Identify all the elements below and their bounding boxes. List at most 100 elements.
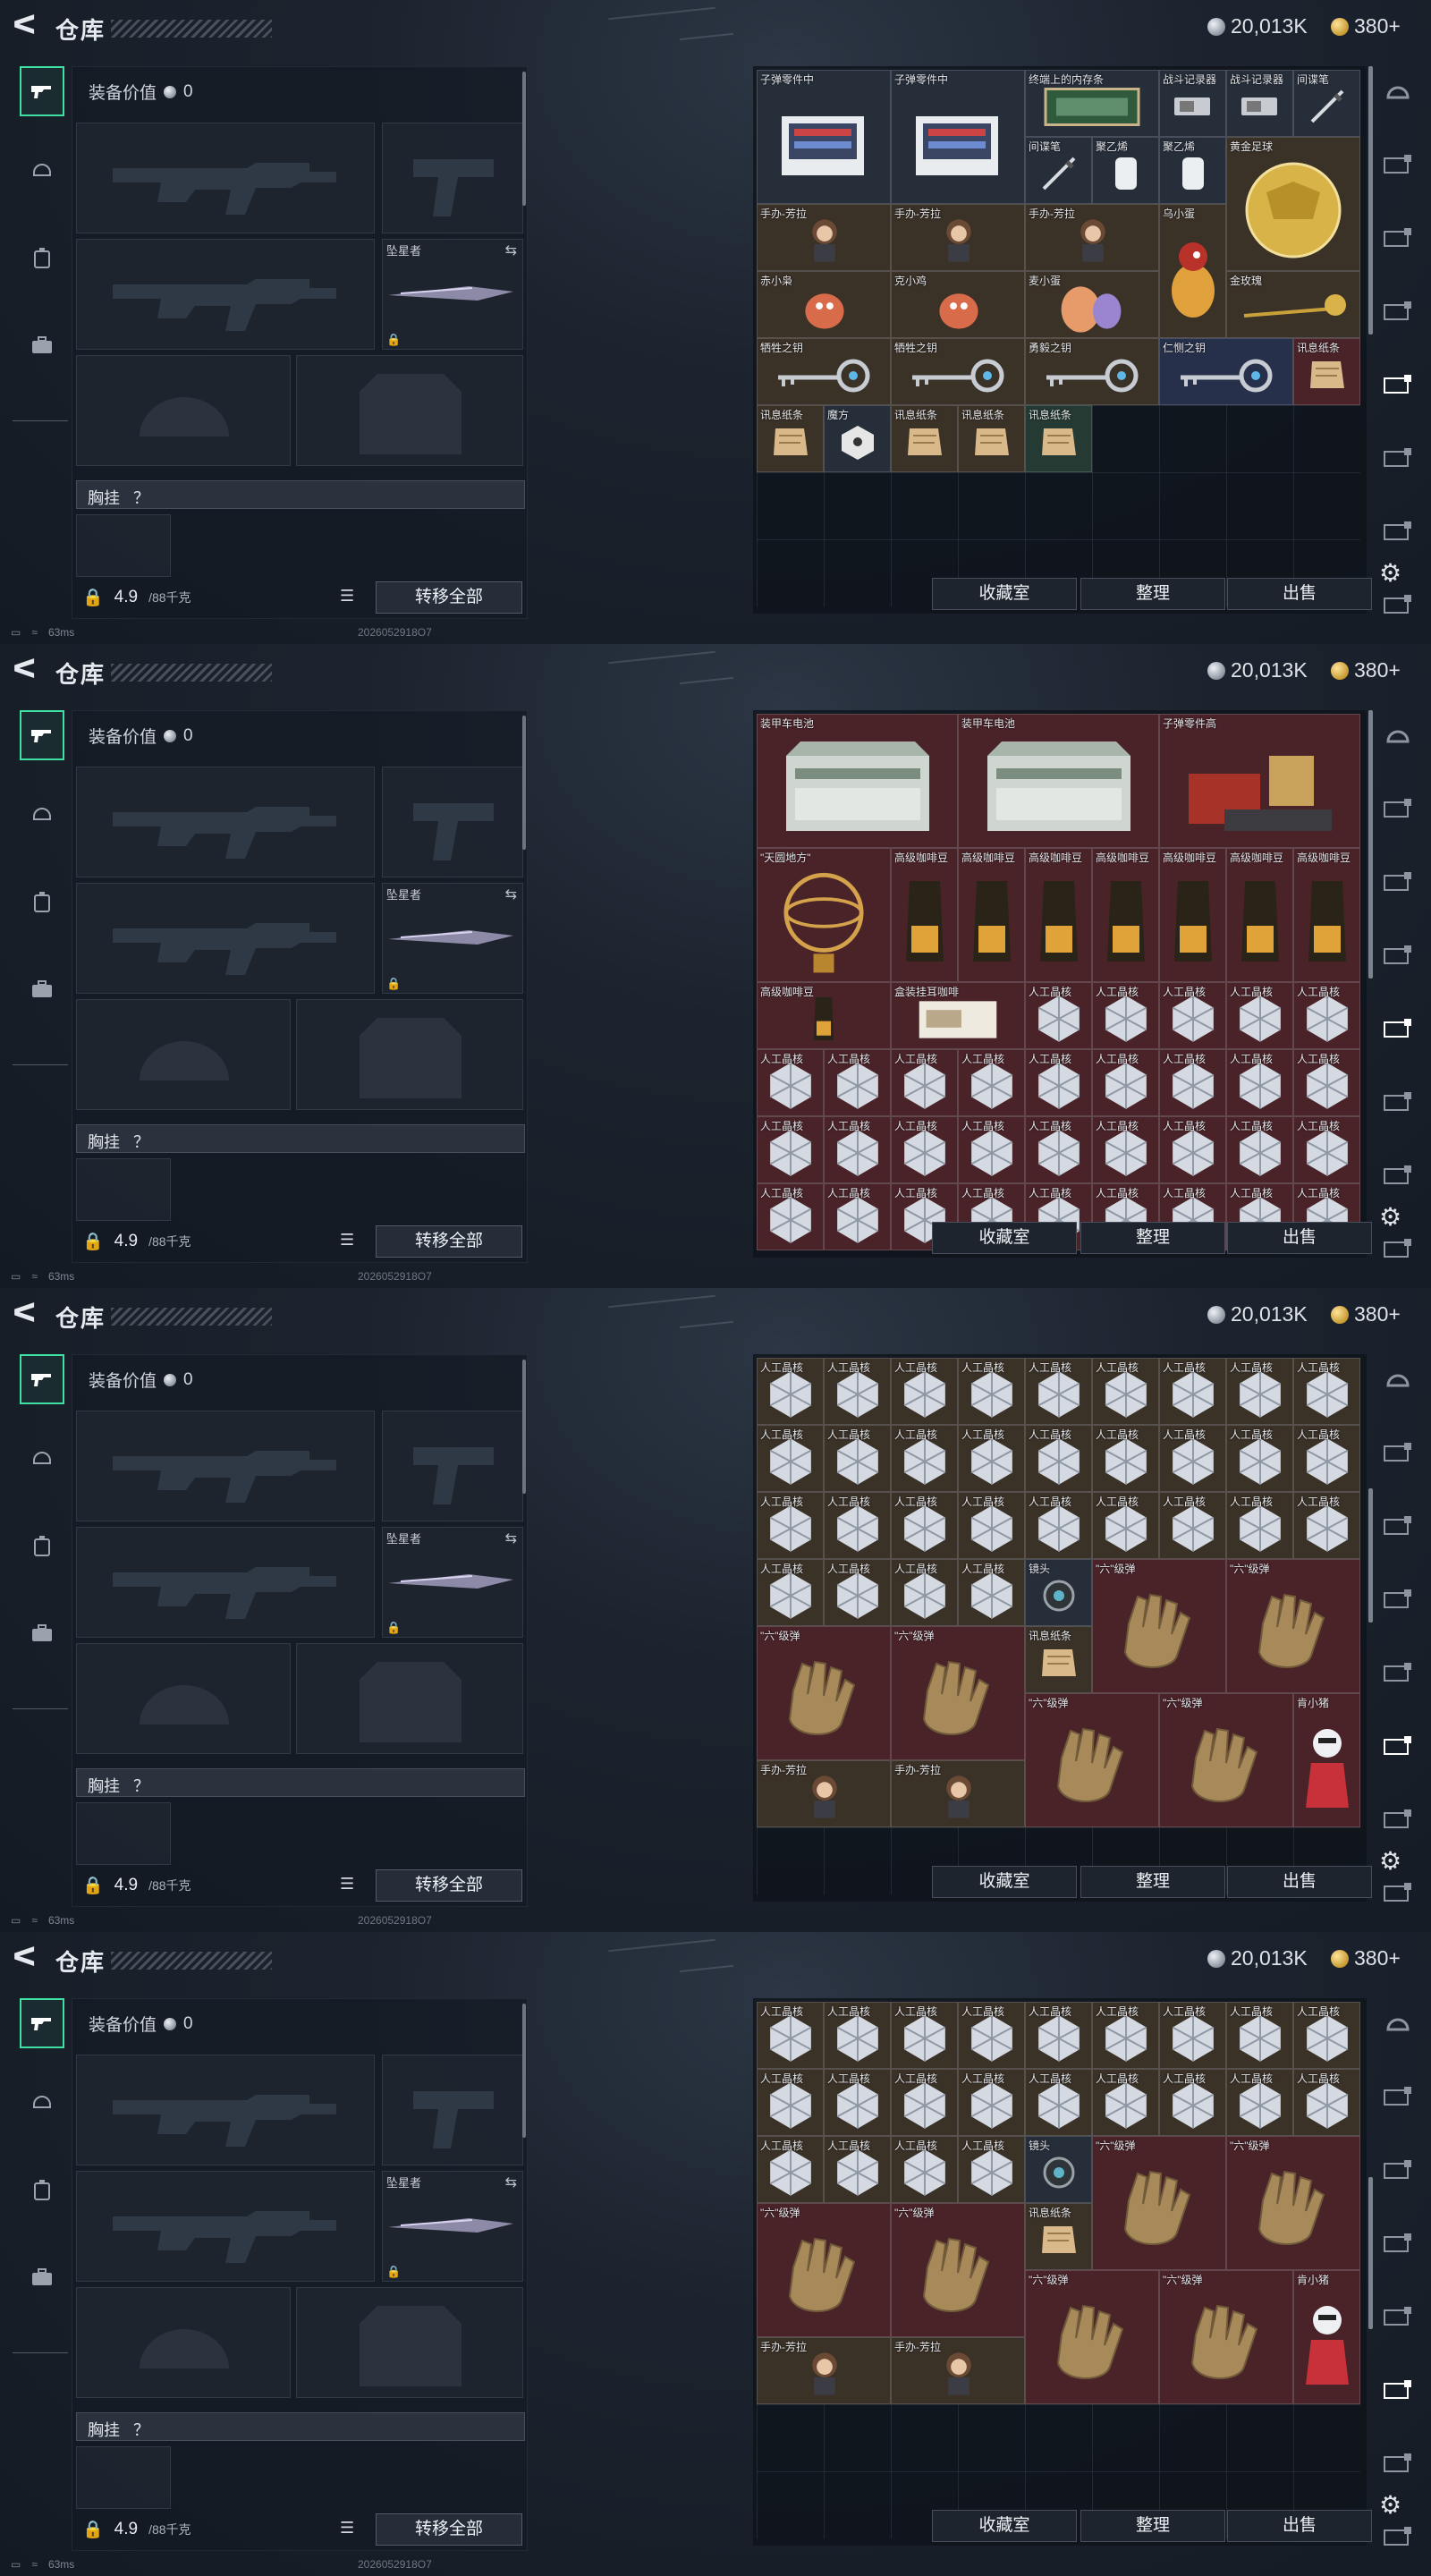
warehouse-item[interactable]: 手办-芳拉 (1025, 204, 1159, 271)
storage-tab[interactable] (1377, 2444, 1418, 2485)
warehouse-item[interactable]: 人工晶核 (958, 2069, 1025, 2136)
warehouse-item[interactable]: 人工晶核 (1092, 1116, 1159, 1183)
warehouse-item[interactable]: 人工晶核 (824, 1049, 891, 1116)
settings-gear-icon[interactable]: ⚙ (1379, 1846, 1401, 1876)
warehouse-item[interactable]: 讯息纸条 (1293, 338, 1360, 405)
organize-button[interactable]: 整理 (1080, 1866, 1225, 1898)
warehouse-item[interactable]: 人工晶核 (1226, 1358, 1293, 1425)
warehouse-item[interactable]: 高级咖啡豆 (1092, 848, 1159, 982)
list-view-icon[interactable]: ☰ (340, 2519, 361, 2540)
storage-tab[interactable] (1377, 1009, 1418, 1050)
warehouse-item[interactable]: 聚乙烯 (1159, 137, 1226, 204)
primary-weapon-slot[interactable] (76, 767, 375, 877)
warehouse-item[interactable]: 人工晶核 (757, 2069, 824, 2136)
secondary-weapon-slot[interactable] (76, 2171, 375, 2282)
back-icon[interactable]: ᐸ (13, 13, 39, 39)
warehouse-item[interactable]: 人工晶核 (757, 1425, 824, 1492)
warehouse-item[interactable]: 子弹零件中 (757, 70, 891, 204)
primary-weapon-slot[interactable] (76, 123, 375, 233)
storage-tab[interactable] (1377, 716, 1418, 757)
transfer-all-button[interactable]: 转移全部 (376, 2513, 522, 2546)
warehouse-item[interactable]: 人工晶核 (958, 1425, 1025, 1492)
helmet-slot[interactable] (76, 1643, 291, 1754)
warehouse-item[interactable]: 人工晶核 (958, 1492, 1025, 1559)
chest-rig-slot[interactable] (76, 1158, 171, 1221)
sell-button[interactable]: 出售 (1227, 1866, 1372, 1898)
warehouse-item[interactable]: 人工晶核 (891, 2136, 958, 2203)
helmet-slot[interactable] (76, 355, 291, 466)
storage-tab[interactable] (1377, 1800, 1418, 1841)
warehouse-item[interactable]: 人工晶核 (757, 2002, 824, 2069)
storage-tab[interactable] (1377, 1580, 1418, 1621)
warehouse-item[interactable]: 人工晶核 (1025, 1425, 1092, 1492)
warehouse-scrollbar[interactable] (1368, 2177, 1373, 2329)
helmet-slot[interactable] (76, 999, 291, 1110)
warehouse-item[interactable]: 人工晶核 (1025, 2002, 1092, 2069)
warehouse-item[interactable]: "六"级弹 (891, 1626, 1025, 1760)
storage-tab[interactable] (1377, 365, 1418, 406)
left-tab-backpack[interactable] (20, 1521, 64, 1571)
storage-tab[interactable] (1377, 72, 1418, 113)
equipment-scrollbar[interactable] (522, 72, 526, 206)
warehouse-item[interactable]: 装甲车电池 (757, 714, 958, 848)
equipment-scrollbar[interactable] (522, 716, 526, 850)
warehouse-item[interactable]: 人工晶核 (891, 1425, 958, 1492)
warehouse-item[interactable]: 高级咖啡豆 (1025, 848, 1092, 982)
pistol-slot[interactable] (382, 123, 523, 233)
warehouse-item[interactable]: 讯息纸条 (757, 405, 824, 472)
warehouse-item[interactable]: 人工晶核 (1025, 1358, 1092, 1425)
warehouse-item[interactable]: 人工晶核 (1226, 1116, 1293, 1183)
warehouse-item[interactable]: "六"级弹 (757, 2203, 891, 2337)
storage-tab[interactable] (1377, 1229, 1418, 1270)
warehouse-item[interactable]: 高级咖啡豆 (1159, 848, 1226, 982)
warehouse-item[interactable]: 战斗记录器 (1159, 70, 1226, 137)
warehouse-item[interactable]: 人工晶核 (1226, 1425, 1293, 1492)
collection-button[interactable]: 收藏室 (932, 2510, 1077, 2542)
left-tab-backpack[interactable] (20, 2165, 64, 2215)
warehouse-item[interactable]: 人工晶核 (891, 2002, 958, 2069)
warehouse-item[interactable]: 麦小蛋 (1025, 271, 1159, 338)
warehouse-item[interactable]: 人工晶核 (1226, 1492, 1293, 1559)
melee-slot[interactable]: 坠星者 ⇆ 🔒 (382, 2171, 523, 2282)
storage-tab[interactable] (1377, 292, 1418, 333)
warehouse-item[interactable]: 人工晶核 (891, 1358, 958, 1425)
warehouse-item[interactable]: 勇毅之钥 (1025, 338, 1159, 405)
settings-gear-icon[interactable]: ⚙ (1379, 1202, 1401, 1232)
warehouse-item[interactable]: 人工晶核 (1159, 2002, 1226, 2069)
storage-tab[interactable] (1377, 862, 1418, 903)
list-view-icon[interactable]: ☰ (340, 1231, 361, 1252)
chest-help-icon[interactable]: ？ (133, 1777, 149, 1795)
warehouse-item[interactable]: 人工晶核 (1293, 1116, 1360, 1183)
warehouse-item[interactable]: "六"级弹 (891, 2203, 1025, 2337)
sell-button[interactable]: 出售 (1227, 2510, 1372, 2542)
warehouse-item[interactable]: 人工晶核 (1092, 2002, 1159, 2069)
left-tab-helmet[interactable] (20, 145, 64, 195)
equipment-scrollbar[interactable] (522, 2004, 526, 2138)
warehouse-item[interactable]: 手办-芳拉 (891, 2337, 1025, 2404)
primary-weapon-slot[interactable] (76, 2055, 375, 2165)
warehouse-item[interactable]: 人工晶核 (1092, 982, 1159, 1049)
pistol-slot[interactable] (382, 2055, 523, 2165)
left-tab-backpack[interactable] (20, 877, 64, 927)
warehouse-item[interactable]: 人工晶核 (1159, 2069, 1226, 2136)
settings-gear-icon[interactable]: ⚙ (1379, 558, 1401, 588)
secondary-weapon-slot[interactable] (76, 883, 375, 994)
warehouse-item[interactable]: 人工晶核 (891, 1559, 958, 1626)
warehouse-item[interactable]: 间谍笔 (1025, 137, 1092, 204)
warehouse-item[interactable]: "六"级弹 (1025, 1693, 1159, 1827)
storage-tab[interactable] (1377, 218, 1418, 259)
left-tab-case[interactable] (20, 1608, 64, 1658)
secondary-weapon-slot[interactable] (76, 239, 375, 350)
warehouse-scrollbar[interactable] (1368, 1488, 1373, 1623)
back-icon[interactable]: ᐸ (13, 657, 39, 683)
warehouse-item[interactable]: 镜头 (1025, 2136, 1092, 2203)
warehouse-item[interactable]: 人工晶核 (1226, 982, 1293, 1049)
warehouse-item[interactable]: 人工晶核 (1293, 1358, 1360, 1425)
warehouse-item[interactable]: 间谍笔 (1293, 70, 1360, 137)
collection-button[interactable]: 收藏室 (932, 1222, 1077, 1254)
collection-button[interactable]: 收藏室 (932, 578, 1077, 610)
warehouse-item[interactable]: 人工晶核 (757, 1116, 824, 1183)
warehouse-item[interactable]: 赤小枭 (757, 271, 891, 338)
warehouse-item[interactable]: 金玫瑰 (1226, 271, 1360, 338)
warehouse-item[interactable]: 人工晶核 (1159, 982, 1226, 1049)
